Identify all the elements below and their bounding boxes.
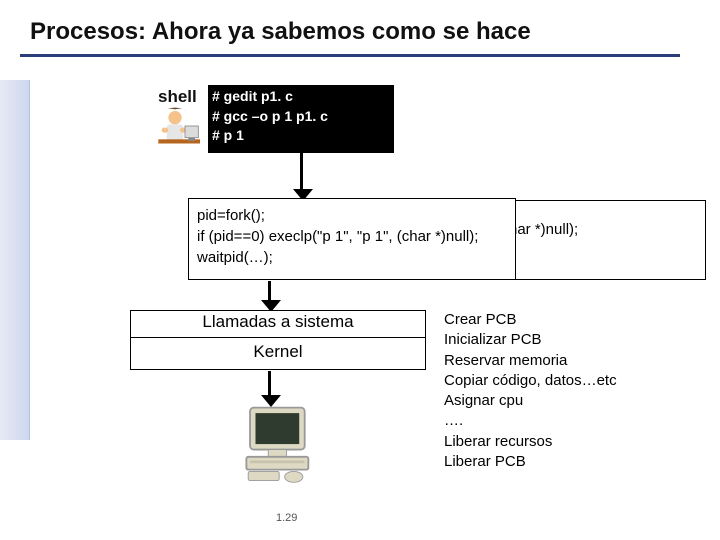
- kernel-box: Kernel: [130, 338, 426, 370]
- code-line: pid=fork();: [197, 205, 507, 226]
- terminal-box: # gedit p1. c # gcc –o p 1 p1. c # p 1: [208, 85, 394, 153]
- arrow-code-to-syscalls: [268, 281, 271, 301]
- code-line: waitpid(…);: [197, 247, 507, 268]
- pcb-line: Liberar PCB: [444, 452, 714, 472]
- page-number: 1.29: [276, 512, 297, 524]
- terminal-line: # gedit p1. c: [212, 87, 390, 107]
- syscalls-box: Llamadas a sistema: [130, 310, 426, 338]
- shell-label: shell: [158, 87, 197, 107]
- pcb-line: Copiar código, datos…etc: [444, 371, 714, 391]
- pcb-line: Asignar cpu: [444, 391, 714, 411]
- title-underline: [20, 54, 680, 57]
- person-at-desk-icon: [155, 106, 205, 156]
- computer-monitor-icon: [244, 404, 318, 486]
- code-box-foreground: pid=fork(); if (pid==0) execlp("p 1", "p…: [188, 198, 516, 280]
- pcb-line: Crear PCB: [444, 310, 714, 330]
- code-line: if (pid==0) execlp("p 1", "p 1", (char *…: [197, 226, 507, 247]
- page-title: Procesos: Ahora ya sabemos como se hace: [30, 18, 531, 46]
- pcb-line: ….: [444, 411, 714, 431]
- arrow-kernel-to-hardware: [268, 371, 271, 395]
- arrow-terminal-to-code: [300, 153, 303, 189]
- pcb-steps-text: Crear PCB Inicializar PCB Reservar memor…: [444, 310, 714, 472]
- side-stripe: [0, 80, 30, 440]
- terminal-line: # p 1: [212, 126, 390, 146]
- pcb-line: Reservar memoria: [444, 351, 714, 371]
- pcb-line: Liberar recursos: [444, 432, 714, 452]
- pcb-line: Inicializar PCB: [444, 330, 714, 350]
- terminal-line: # gcc –o p 1 p1. c: [212, 107, 390, 127]
